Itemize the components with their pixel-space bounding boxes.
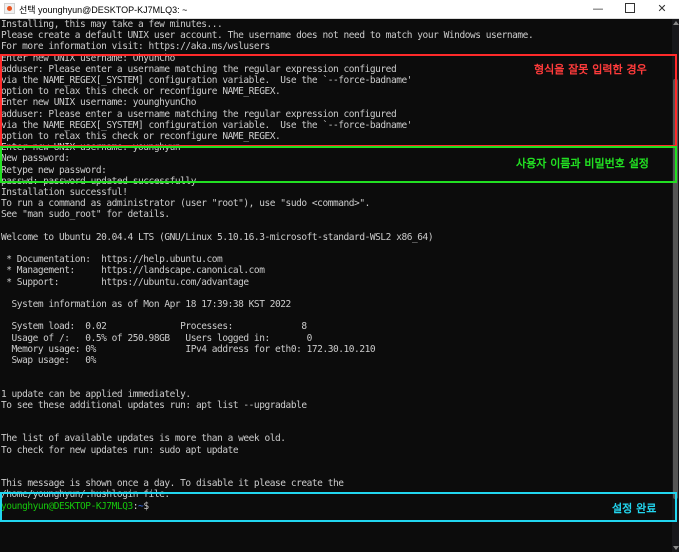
terminal-line: To run a command as administrator (user … bbox=[1, 198, 370, 210]
terminal-line: This message is shown once a day. To dis… bbox=[1, 478, 344, 490]
minimize-icon: — bbox=[592, 2, 604, 15]
title-bar[interactable]: 선택 younghyun@DESKTOP-KJ7MLQ3: ~ — ✕ bbox=[0, 0, 679, 19]
terminal-line: Swap usage: 0% bbox=[1, 355, 97, 366]
close-button[interactable]: ✕ bbox=[646, 0, 678, 18]
terminal-line: Memory usage: 0% IPv4 address for eth0: … bbox=[1, 343, 376, 355]
scroll-up-icon[interactable] bbox=[672, 21, 679, 25]
close-icon: ✕ bbox=[657, 2, 667, 15]
maximize-icon bbox=[625, 3, 635, 13]
terminal-line: To check for new updates run: sudo apt u… bbox=[1, 444, 239, 456]
window-title: 선택 younghyun@DESKTOP-KJ7MLQ3: ~ bbox=[19, 5, 188, 15]
minimize-button[interactable]: — bbox=[582, 0, 614, 18]
scroll-down-icon[interactable] bbox=[672, 546, 679, 550]
ubuntu-app-icon bbox=[4, 3, 15, 14]
terminal-line: See "man sudo_root" for details. bbox=[1, 209, 170, 221]
terminal-line: Welcome to Ubuntu 20.04.4 LTS (GNU/Linux… bbox=[1, 231, 434, 243]
terminal-line: Please create a default UNIX user accoun… bbox=[1, 30, 534, 42]
terminal-window: 선택 younghyun@DESKTOP-KJ7MLQ3: ~ — ✕ Inst… bbox=[0, 0, 679, 552]
terminal-line: Installation successful! bbox=[1, 187, 128, 198]
setup-complete-annotation: 설정 완료 bbox=[612, 502, 657, 515]
user-password-setup-annotation: 사용자 이름과 비밀번호 설정 bbox=[516, 157, 649, 170]
invalid-format-annotation: 형식을 잘못 입력한 경우 bbox=[534, 63, 647, 76]
terminal-line: Usage of /: 0.5% of 250.98GB Users logge… bbox=[1, 332, 313, 344]
terminal-line: * Management: https://landscape.canonica… bbox=[1, 265, 265, 277]
terminal-line: For more information visit: https://aka.… bbox=[1, 41, 270, 53]
terminal-line: The list of available updates is more th… bbox=[1, 433, 286, 445]
setup-complete-highlight-box bbox=[0, 492, 677, 522]
terminal-line: 1 update can be applied immediately. bbox=[1, 388, 191, 400]
terminal-line: * Documentation: https://help.ubuntu.com bbox=[1, 254, 223, 266]
terminal-line: Installing, this may take a few minutes.… bbox=[1, 19, 223, 30]
terminal-line: System information as of Mon Apr 18 17:3… bbox=[1, 299, 292, 310]
terminal-line: * Support: https://ubuntu.com/advantage bbox=[1, 276, 249, 288]
terminal-line: System load: 0.02 Processes: 8 bbox=[1, 321, 308, 333]
terminal-line: To see these additional updates run: apt… bbox=[1, 399, 307, 411]
maximize-button[interactable] bbox=[614, 0, 646, 18]
